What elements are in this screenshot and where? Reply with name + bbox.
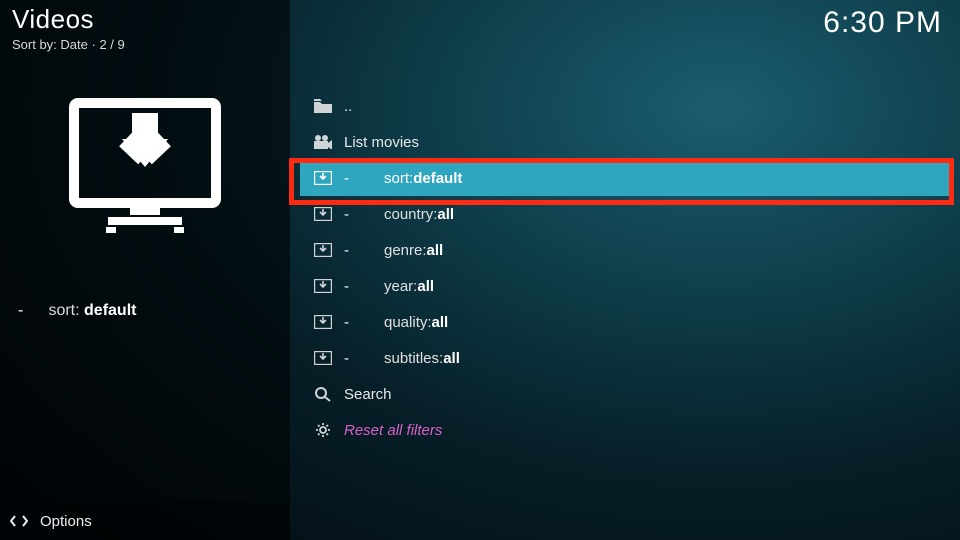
genre-key: genre: <box>384 242 427 259</box>
sort-prefix: Sort by: <box>12 37 60 52</box>
list-item-search[interactable]: Search <box>300 376 950 412</box>
download-box-icon <box>314 207 344 221</box>
download-box-icon <box>314 351 344 365</box>
subtitles-val: all <box>443 350 460 367</box>
gear-icon <box>314 422 344 438</box>
dash: - <box>344 206 384 223</box>
sidebar-detail: - sort: default <box>18 302 136 320</box>
search-label: Search <box>344 386 392 403</box>
list-item-subtitles[interactable]: - subtitles: all <box>300 340 950 376</box>
download-monitor-icon <box>60 95 230 235</box>
list-item-quality[interactable]: - quality: all <box>300 304 950 340</box>
options-button[interactable]: Options <box>0 502 290 540</box>
year-key: year: <box>384 278 417 295</box>
addon-thumbnail <box>0 95 290 240</box>
position-indicator: 2 / 9 <box>99 37 124 52</box>
country-val: all <box>437 206 454 223</box>
detail-val: default <box>84 302 136 319</box>
content-list: .. List movies - sort: default - country… <box>300 88 950 448</box>
year-val: all <box>417 278 434 295</box>
sort-key: sort: <box>384 170 413 187</box>
genre-val: all <box>427 242 444 259</box>
quality-val: all <box>432 314 449 331</box>
options-arrows-icon <box>10 513 34 529</box>
list-item-country[interactable]: - country: all <box>300 196 950 232</box>
list-item-up[interactable]: .. <box>300 88 950 124</box>
video-camera-icon <box>314 135 344 149</box>
download-box-icon <box>314 315 344 329</box>
list-item-sort[interactable]: - sort: default <box>300 160 950 196</box>
reset-label: Reset all filters <box>344 422 442 439</box>
subtitles-key: subtitles: <box>384 350 443 367</box>
dash: - <box>344 278 384 295</box>
sort-val: default <box>413 170 462 187</box>
dash: - <box>344 350 384 367</box>
list-item-reset[interactable]: Reset all filters <box>300 412 950 448</box>
quality-key: quality: <box>384 314 432 331</box>
list-movies-label: List movies <box>344 134 419 151</box>
download-box-icon <box>314 243 344 257</box>
search-icon <box>314 386 344 402</box>
header: Videos Sort by: Date · 2 / 9 <box>12 4 125 52</box>
download-box-icon <box>314 279 344 293</box>
separator: · <box>88 37 100 52</box>
detail-key: sort: <box>48 302 84 319</box>
list-item-genre[interactable]: - genre: all <box>300 232 950 268</box>
clock: 6:30 PM <box>823 6 942 40</box>
sidebar <box>0 0 290 540</box>
dash: - <box>344 242 384 259</box>
sort-info: Sort by: Date · 2 / 9 <box>12 37 125 52</box>
folder-up-icon <box>314 99 344 113</box>
dash: - <box>344 170 384 187</box>
options-label: Options <box>40 513 92 530</box>
country-key: country: <box>384 206 437 223</box>
page-title: Videos <box>12 4 125 35</box>
up-label: .. <box>344 98 352 115</box>
list-item-year[interactable]: - year: all <box>300 268 950 304</box>
download-box-icon <box>314 171 344 185</box>
dash: - <box>344 314 384 331</box>
sort-field: Date <box>60 37 87 52</box>
list-item-movies[interactable]: List movies <box>300 124 950 160</box>
detail-dash: - <box>18 302 44 320</box>
